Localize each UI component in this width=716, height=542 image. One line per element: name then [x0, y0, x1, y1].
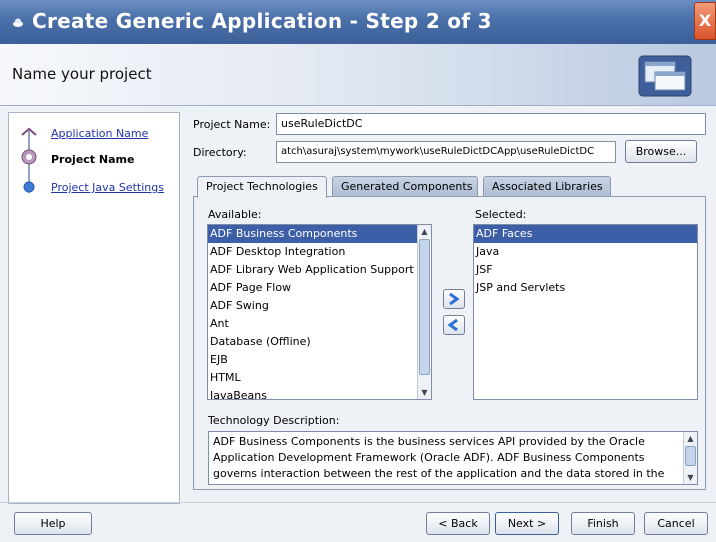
- project-windows-icon: [638, 55, 692, 97]
- page-subtitle: Name your project: [12, 65, 152, 83]
- add-selected-button[interactable]: [443, 289, 465, 309]
- selected-label: Selected:: [475, 208, 527, 221]
- list-item[interactable]: JSP and Servlets: [474, 279, 697, 297]
- next-button[interactable]: Next >: [495, 512, 559, 535]
- list-item[interactable]: HTML: [208, 369, 417, 387]
- scroll-thumb[interactable]: [685, 446, 696, 466]
- description-scrollbar[interactable]: ▲ ▼: [683, 432, 697, 484]
- app-icon: [13, 18, 23, 27]
- back-button[interactable]: < Back: [426, 512, 490, 535]
- list-item[interactable]: ADF Business Components: [208, 225, 417, 243]
- window-title: Create Generic Application - Step 2 of 3: [32, 9, 492, 33]
- selected-list[interactable]: ADF Faces Java JSF JSP and Servlets: [473, 224, 698, 400]
- tab-associated-libraries[interactable]: Associated Libraries: [483, 176, 611, 197]
- wizard-header: Name your project: [0, 44, 716, 106]
- project-name-label: Project Name:: [193, 118, 271, 131]
- list-item[interactable]: Database (Offline): [208, 333, 417, 351]
- list-item[interactable]: Ant: [208, 315, 417, 333]
- wizard-steps-panel: Application Name Project Name Project Ja…: [8, 112, 180, 504]
- remove-selected-button[interactable]: [443, 315, 465, 335]
- list-item[interactable]: ADF Swing: [208, 297, 417, 315]
- directory-label: Directory:: [193, 146, 247, 159]
- scroll-down-icon[interactable]: ▼: [418, 386, 431, 399]
- list-item[interactable]: JSF: [474, 261, 697, 279]
- description-body: ADF Business Components is the business …: [213, 435, 665, 480]
- scroll-up-icon[interactable]: ▲: [684, 432, 697, 445]
- tab-project-technologies[interactable]: Project Technologies: [197, 176, 327, 198]
- scroll-up-icon[interactable]: ▲: [418, 225, 431, 238]
- tab-generated-components[interactable]: Generated Components: [332, 176, 478, 197]
- nav-step-label[interactable]: Project Java Settings: [51, 181, 164, 194]
- nav-step-project-java-settings[interactable]: Project Java Settings: [9, 179, 179, 197]
- nav-step-application-name[interactable]: Application Name: [9, 125, 179, 143]
- nav-step-project-name[interactable]: Project Name: [9, 151, 179, 169]
- footer-divider: [0, 502, 716, 503]
- help-button[interactable]: Help: [14, 512, 92, 535]
- arrow-left-icon: [447, 318, 458, 332]
- list-item[interactable]: JavaBeans: [208, 387, 417, 399]
- available-scrollbar[interactable]: ▲ ▼: [417, 225, 431, 399]
- nav-step-label: Project Name: [51, 153, 135, 166]
- list-item[interactable]: EJB: [208, 351, 417, 369]
- list-item[interactable]: Java: [474, 243, 697, 261]
- list-item[interactable]: ADF Faces: [474, 225, 697, 243]
- list-item[interactable]: ADF Page Flow: [208, 279, 417, 297]
- scroll-thumb[interactable]: [419, 239, 430, 375]
- close-button[interactable]: X: [694, 2, 716, 40]
- list-item[interactable]: ADF Library Web Application Support: [208, 261, 417, 279]
- browse-button[interactable]: Browse...: [625, 140, 697, 163]
- scroll-down-icon[interactable]: ▼: [684, 471, 697, 484]
- directory-input[interactable]: atch\asuraj\system\mywork\useRuleDictDCA…: [276, 141, 616, 163]
- cancel-button[interactable]: Cancel: [644, 512, 708, 535]
- list-item[interactable]: ADF Desktop Integration: [208, 243, 417, 261]
- available-list[interactable]: ADF Business Components ADF Desktop Integ…: [207, 224, 432, 400]
- arrow-right-icon: [449, 292, 460, 306]
- technology-description-label: Technology Description:: [208, 414, 340, 427]
- available-label: Available:: [208, 208, 262, 221]
- title-bar: Create Generic Application - Step 2 of 3…: [0, 0, 716, 44]
- project-name-input[interactable]: useRuleDictDC: [276, 113, 706, 135]
- nav-step-label[interactable]: Application Name: [51, 127, 148, 140]
- finish-button[interactable]: Finish: [571, 512, 635, 535]
- technology-description-text: ADF Business Components is the business …: [208, 431, 698, 485]
